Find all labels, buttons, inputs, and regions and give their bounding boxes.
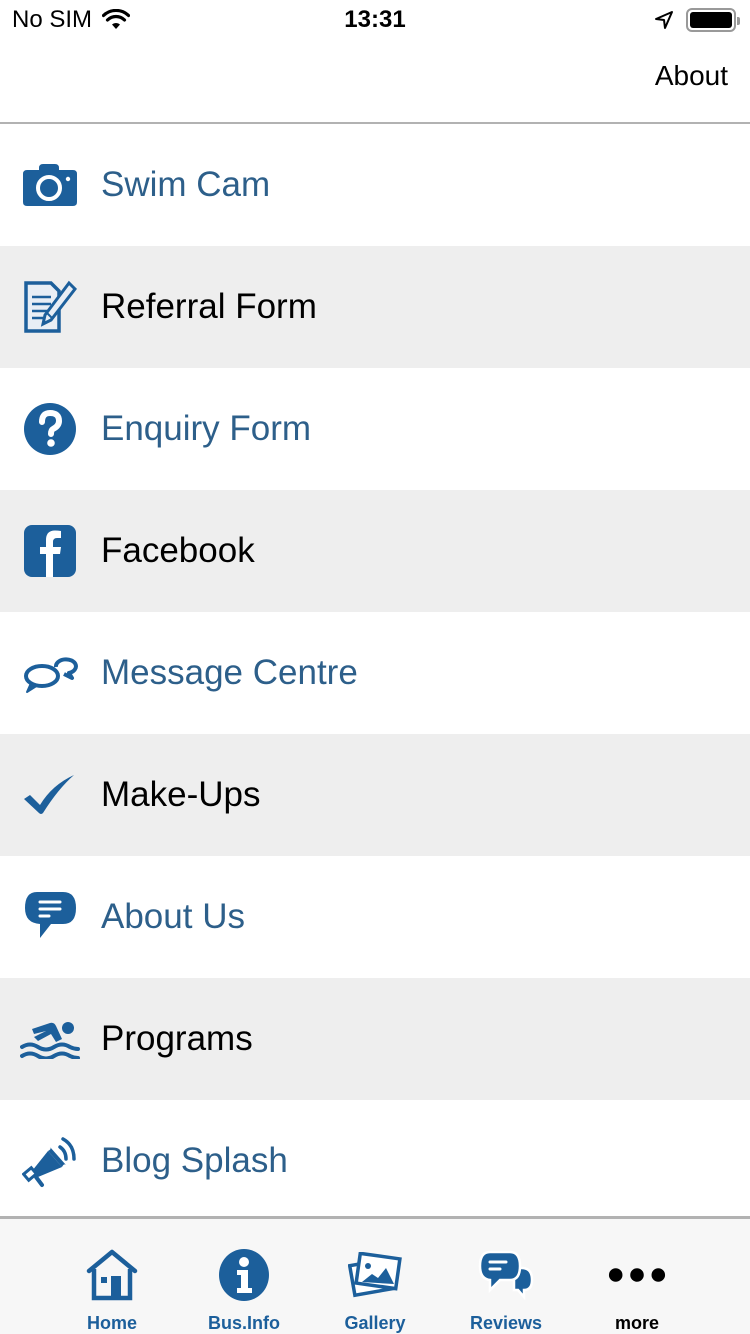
tab-label: Gallery [344,1313,406,1333]
more-dots-icon [607,1245,667,1305]
info-icon [214,1245,274,1305]
tab-bus-info[interactable]: Bus.Info [184,1219,304,1334]
menu-item-label: Swim Cam [101,165,271,204]
tab-bar: Home Bus.Info Gallery Reviews more [0,1216,750,1334]
menu-item-blog-splash[interactable]: Blog Splash [0,1100,750,1222]
gallery-icon [345,1245,405,1305]
menu-item-label: Programs [101,1019,253,1058]
menu-item-label: Enquiry Form [101,409,312,448]
tab-label: Reviews [469,1313,543,1333]
menu-list: Swim Cam Referral Form Enquiry Form Face… [0,124,750,1222]
chat-bubbles-icon [20,643,80,703]
tab-label: Bus.Info [208,1313,280,1333]
camera-icon [20,155,80,215]
reviews-icon [476,1245,536,1305]
status-right [654,8,740,32]
swimmer-icon [20,1009,80,1069]
status-bar: No SIM 13:31 [0,0,750,40]
tab-label: Home [86,1313,137,1333]
menu-item-facebook[interactable]: Facebook [0,490,750,612]
menu-item-swim-cam[interactable]: Swim Cam [0,124,750,246]
menu-item-label: Facebook [101,531,255,570]
tab-reviews[interactable]: Reviews [446,1219,566,1334]
navigation-bar: About [0,40,750,124]
checkmark-icon [20,765,80,825]
menu-item-make-ups[interactable]: Make-Ups [0,734,750,856]
question-circle-icon [20,399,80,459]
location-arrow-icon [655,11,673,29]
megaphone-icon [20,1131,80,1191]
menu-item-label: Message Centre [101,653,358,692]
form-edit-icon [20,277,80,337]
menu-item-label: Blog Splash [101,1141,288,1180]
menu-item-about-us[interactable]: About Us [0,856,750,978]
menu-item-label: About Us [101,897,245,936]
menu-item-label: Referral Form [101,287,317,326]
speech-bubble-icon [20,887,80,947]
tab-home[interactable]: Home [52,1219,172,1334]
tab-more[interactable]: more [577,1219,697,1334]
home-icon [82,1245,142,1305]
facebook-icon [20,521,80,581]
battery-icon [686,8,740,32]
menu-item-message-centre[interactable]: Message Centre [0,612,750,734]
about-button[interactable]: About [655,60,728,92]
tab-gallery[interactable]: Gallery [315,1219,435,1334]
menu-item-label: Make-Ups [101,775,261,814]
menu-item-programs[interactable]: Programs [0,978,750,1100]
menu-item-enquiry-form[interactable]: Enquiry Form [0,368,750,490]
menu-item-referral-form[interactable]: Referral Form [0,246,750,368]
clock: 13:31 [344,6,406,33]
tab-label: more [614,1313,659,1333]
